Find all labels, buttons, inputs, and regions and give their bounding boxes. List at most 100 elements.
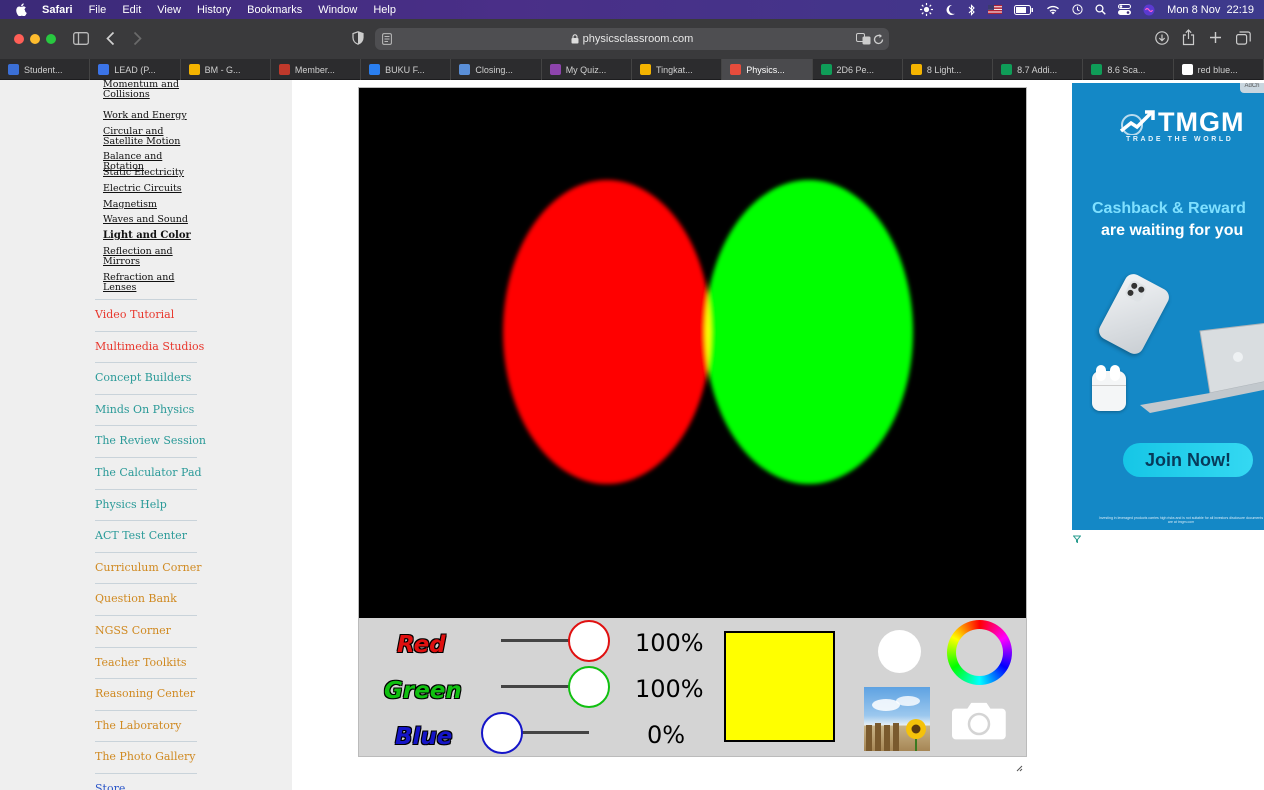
back-chevron-icon[interactable] bbox=[106, 31, 115, 46]
sidebar-section-link[interactable]: Question Bank bbox=[95, 592, 177, 605]
browser-tab[interactable]: red blue... bbox=[1174, 59, 1264, 80]
browser-tab[interactable]: My Quiz... bbox=[542, 59, 632, 80]
new-tab-plus-icon[interactable] bbox=[1209, 31, 1222, 44]
sidebar-section-link[interactable]: Teacher Toolkits bbox=[95, 656, 187, 669]
red-slider-knob[interactable] bbox=[568, 620, 610, 662]
ad-choices-badge[interactable]: AdCh bbox=[1240, 83, 1264, 93]
join-now-button[interactable]: Join Now! bbox=[1123, 443, 1253, 477]
sidebar-toggle-icon[interactable] bbox=[73, 32, 89, 45]
sidebar-topic-link[interactable]: Waves and Sound bbox=[103, 215, 203, 225]
menu-help[interactable]: Help bbox=[373, 4, 396, 16]
battery-icon[interactable] bbox=[1014, 4, 1034, 15]
sidebar-section-link[interactable]: The Laboratory bbox=[95, 719, 181, 732]
zoom-window-button[interactable] bbox=[46, 34, 56, 44]
share-icon[interactable] bbox=[1182, 29, 1195, 46]
browser-tab[interactable]: LEAD (P... bbox=[90, 59, 181, 80]
browser-tab[interactable]: Tingkat... bbox=[632, 59, 723, 80]
us-flag-icon[interactable] bbox=[988, 5, 1003, 14]
sidebar-topic-link[interactable]: Refraction and Lenses bbox=[103, 273, 203, 293]
lock-icon bbox=[571, 34, 579, 44]
sidebar-section-link[interactable]: Store bbox=[95, 782, 125, 790]
forward-chevron-icon[interactable] bbox=[133, 31, 142, 46]
tab-label: Member... bbox=[294, 64, 335, 75]
browser-tab[interactable]: Closing... bbox=[451, 59, 542, 80]
green-light-circle bbox=[705, 180, 913, 484]
sidebar-topic-link[interactable]: Work and Energy bbox=[103, 111, 203, 121]
browser-tab[interactable]: BUKU F... bbox=[361, 59, 452, 80]
spotlight-search-icon[interactable] bbox=[1095, 4, 1106, 15]
sidebar-section-link[interactable]: Physics Help bbox=[95, 498, 167, 511]
tab-label: 8 Light... bbox=[926, 64, 962, 75]
sidebar-section-link[interactable]: Minds On Physics bbox=[95, 403, 194, 416]
apple-menu-icon[interactable] bbox=[14, 3, 28, 17]
sidebar-section-link[interactable]: Concept Builders bbox=[95, 371, 191, 384]
ad-info-icon[interactable] bbox=[1073, 535, 1081, 543]
bluetooth-icon[interactable] bbox=[968, 3, 976, 16]
tab-label: 8.6 Sca... bbox=[1107, 64, 1146, 75]
menu-bookmarks[interactable]: Bookmarks bbox=[247, 4, 302, 16]
sidebar-section-link[interactable]: NGSS Corner bbox=[95, 624, 171, 637]
red-percent-value: 100% bbox=[635, 629, 704, 657]
address-bar[interactable]: physicsclassroom.com bbox=[375, 28, 889, 50]
sidebar-divider bbox=[95, 551, 197, 553]
browser-tab[interactable]: 2D6 Pe... bbox=[813, 59, 903, 80]
dark-mode-moon-icon[interactable] bbox=[945, 4, 956, 15]
sidebar-section-link[interactable]: The Review Session bbox=[95, 434, 206, 447]
sidebar-section-link[interactable]: Curriculum Corner bbox=[95, 561, 201, 574]
sidebar-section-link[interactable]: The Calculator Pad bbox=[95, 466, 202, 479]
sidebar-topic-link[interactable]: Static Electricity bbox=[103, 168, 203, 178]
time-machine-icon[interactable] bbox=[1072, 4, 1083, 15]
menu-edit[interactable]: Edit bbox=[122, 4, 141, 16]
close-window-button[interactable] bbox=[14, 34, 24, 44]
siri-icon[interactable] bbox=[1143, 4, 1155, 16]
sidebar-topic-link[interactable]: Magnetism bbox=[103, 200, 203, 210]
browser-tab[interactable]: BM - G... bbox=[181, 59, 271, 80]
downloads-icon[interactable] bbox=[1155, 31, 1169, 45]
tab-label: BM - G... bbox=[204, 64, 241, 75]
camera-icon[interactable] bbox=[951, 699, 1007, 748]
sidebar-divider bbox=[95, 393, 197, 395]
wifi-icon[interactable] bbox=[1046, 5, 1060, 15]
tab-favicon-icon bbox=[730, 64, 742, 75]
resize-handle-icon[interactable] bbox=[1015, 759, 1023, 772]
sidebar-section-link[interactable]: ACT Test Center bbox=[95, 529, 187, 542]
menu-view[interactable]: View bbox=[157, 4, 181, 16]
sidebar-topic-link[interactable]: Circular and Satellite Motion bbox=[103, 127, 203, 147]
tab-overview-icon[interactable] bbox=[1236, 31, 1251, 45]
minimize-window-button[interactable] bbox=[30, 34, 40, 44]
browser-tab[interactable]: 8.7 Addi... bbox=[993, 59, 1084, 80]
sidebar-topic-link[interactable]: Electric Circuits bbox=[103, 184, 203, 194]
control-center-icon[interactable] bbox=[1118, 4, 1132, 15]
sidebar-topic-link[interactable]: Light and Color bbox=[103, 231, 203, 241]
tab-favicon-icon bbox=[639, 64, 651, 75]
page-reader-icon[interactable] bbox=[382, 33, 392, 45]
sunflower-photo-thumbnail[interactable] bbox=[864, 687, 930, 751]
browser-tab[interactable]: Physics... bbox=[722, 59, 813, 80]
menu-clock[interactable]: Mon 8 Nov 22:19 bbox=[1167, 4, 1254, 16]
menu-app-name[interactable]: Safari bbox=[42, 4, 73, 16]
white-light-button[interactable] bbox=[878, 630, 921, 673]
green-slider-knob[interactable] bbox=[568, 666, 610, 708]
sidebar-topic-link[interactable]: Momentum and Collisions bbox=[103, 80, 203, 100]
color-wheel-icon[interactable] bbox=[947, 620, 1012, 685]
sidebar-section-link[interactable]: Video Tutorial bbox=[95, 308, 174, 321]
tab-label: red blue... bbox=[1197, 64, 1238, 75]
sidebar-topic-link[interactable]: Reflection and Mirrors bbox=[103, 247, 203, 267]
browser-tab[interactable]: 8 Light... bbox=[903, 59, 994, 80]
sidebar-section-link[interactable]: The Photo Gallery bbox=[95, 750, 195, 763]
privacy-shield-icon[interactable] bbox=[352, 31, 364, 45]
reload-icon[interactable] bbox=[873, 33, 884, 45]
tmgm-logo-icon bbox=[1119, 110, 1155, 135]
menu-file[interactable]: File bbox=[89, 4, 107, 16]
browser-tab[interactable]: Student... bbox=[0, 59, 91, 80]
browser-tab[interactable]: 8.6 Sca... bbox=[1083, 59, 1174, 80]
translate-icon[interactable] bbox=[856, 33, 871, 45]
blue-slider-knob[interactable] bbox=[481, 712, 523, 754]
brightness-icon[interactable] bbox=[920, 3, 934, 16]
menu-history[interactable]: History bbox=[197, 4, 231, 16]
tmgm-advertisement[interactable]: AdCh TMGM TRADE THE WORLD Cashback & Rew… bbox=[1072, 83, 1264, 530]
menu-window[interactable]: Window bbox=[318, 4, 357, 16]
browser-tab[interactable]: Member... bbox=[271, 59, 362, 80]
sidebar-section-link[interactable]: Reasoning Center bbox=[95, 687, 195, 700]
sidebar-section-link[interactable]: Multimedia Studios bbox=[95, 340, 204, 353]
